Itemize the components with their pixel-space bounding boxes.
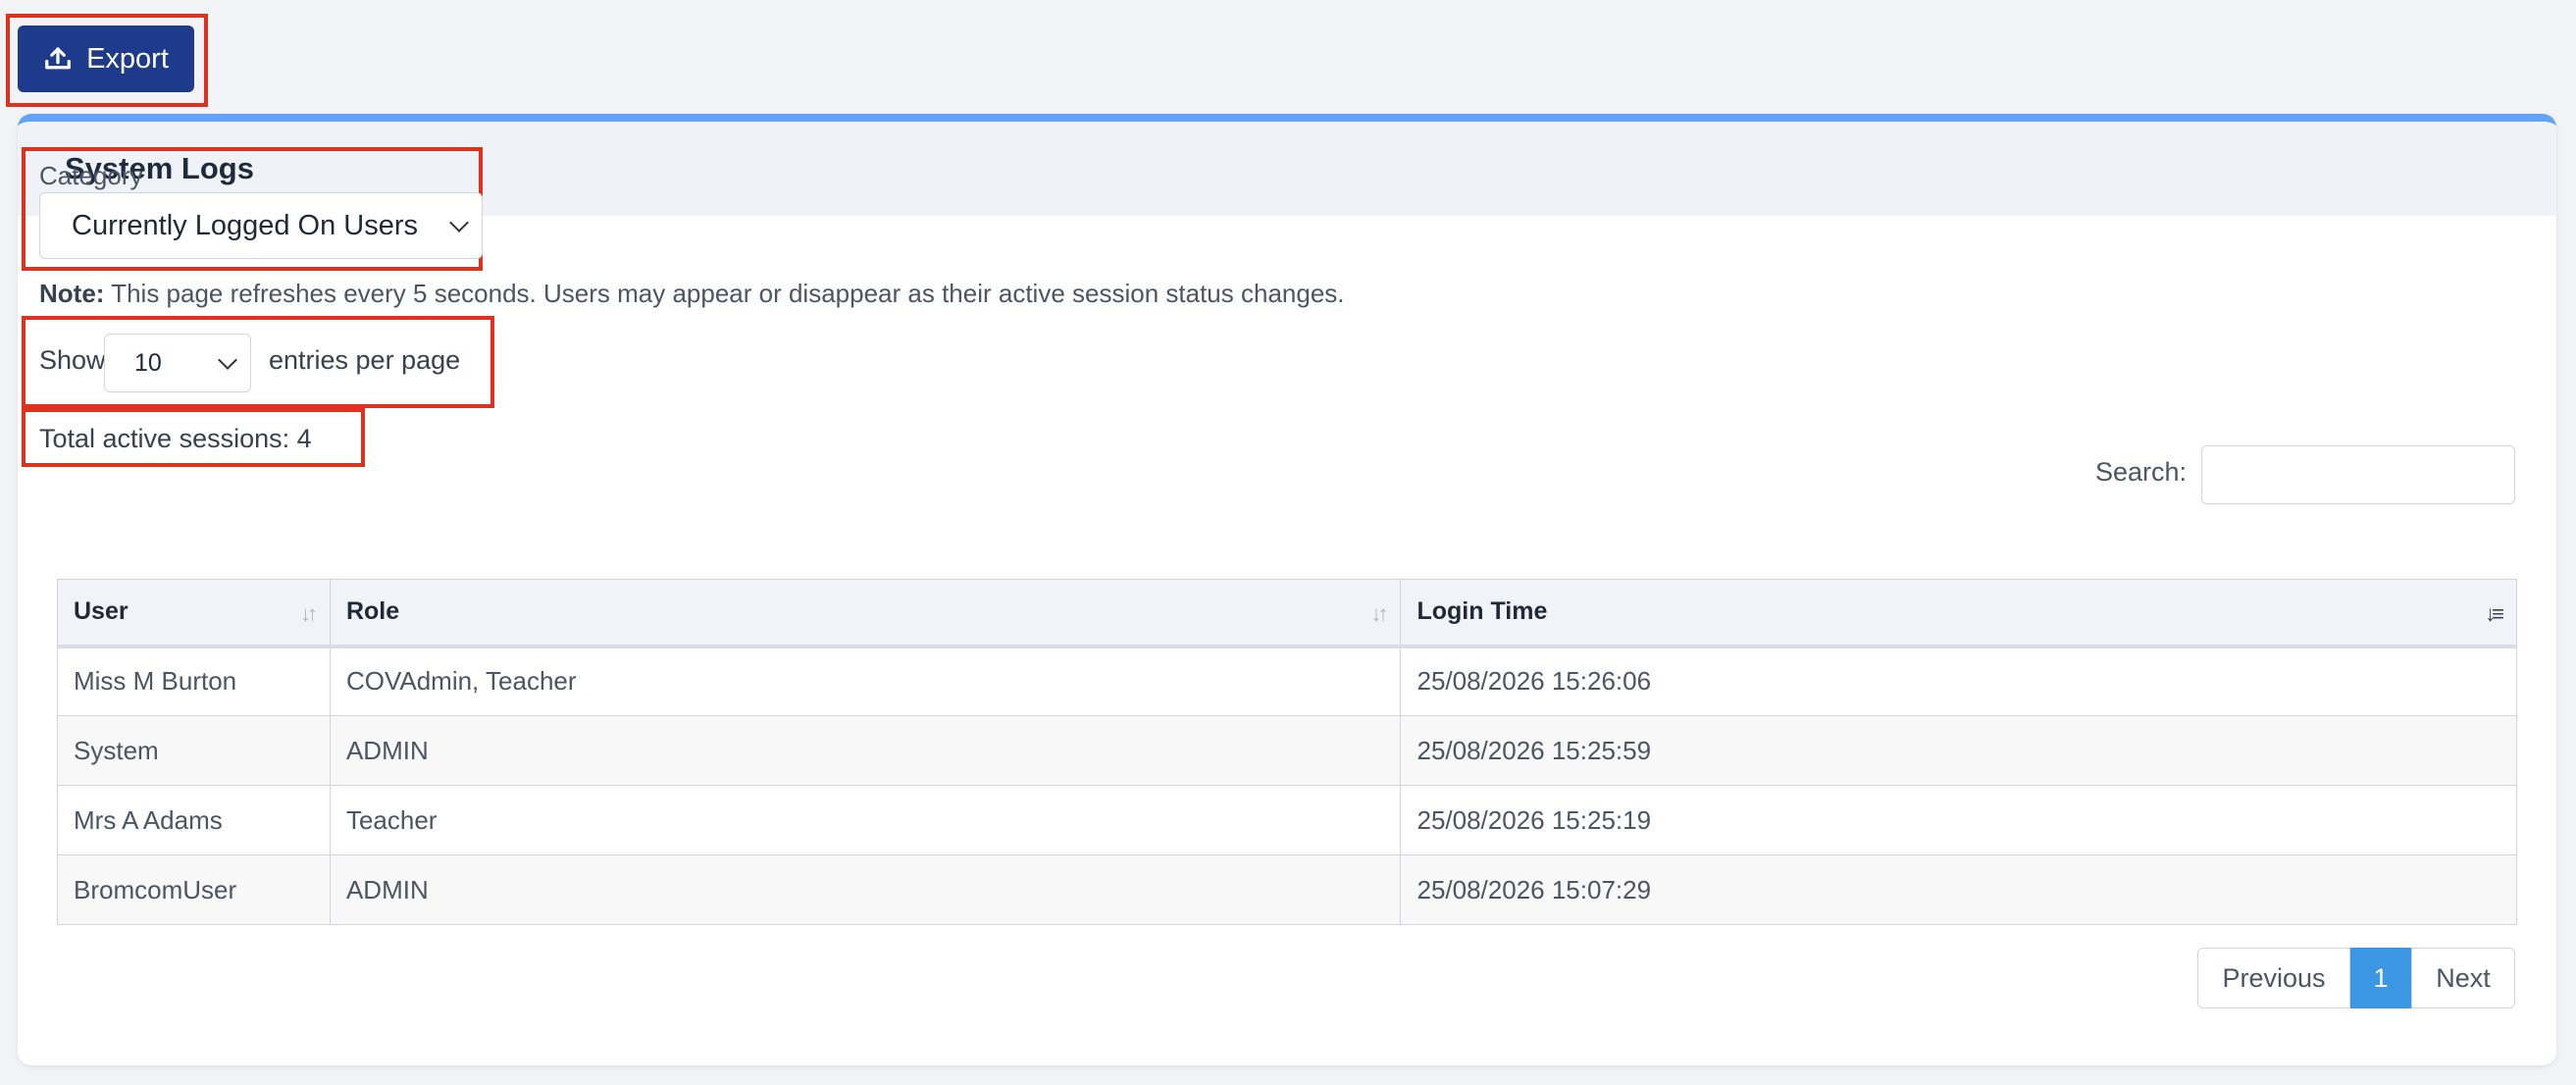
next-page-button[interactable]: Next (2411, 948, 2515, 1008)
note-text: This page refreshes every 5 seconds. Use… (111, 279, 1345, 308)
table-row: System ADMIN 25/08/2026 15:25:59 (57, 715, 2517, 786)
table-header-row: User ↓↑ Role ↓↑ Login Time ↓≡ (57, 579, 2517, 648)
column-header-label: User (74, 597, 129, 626)
cell-login-time: 25/08/2026 15:25:59 (1400, 715, 2517, 786)
cell-role: COVAdmin, Teacher (329, 646, 1402, 716)
search-label: Search: (2095, 457, 2188, 487)
entries-per-page-select[interactable]: 10 (104, 334, 251, 392)
previous-page-button[interactable]: Previous (2197, 948, 2350, 1008)
category-select[interactable]: Currently Logged On Users (39, 192, 483, 259)
entries-highlight: Show 10 entries per page (22, 316, 494, 408)
cell-user: System (57, 715, 331, 786)
column-header-label: Role (345, 597, 400, 626)
cell-user: Miss M Burton (57, 646, 331, 716)
total-active-sessions: Total active sessions: 4 (39, 424, 312, 453)
table-row: Miss M Burton COVAdmin, Teacher 25/08/20… (57, 646, 2517, 716)
cell-role: Teacher (329, 785, 1402, 855)
column-header-user[interactable]: User ↓↑ (57, 579, 331, 648)
table-row: BromcomUser ADMIN 25/08/2026 15:07:29 (57, 854, 2517, 925)
export-button[interactable]: Export (18, 26, 194, 92)
pagination: Previous 1 Next (2197, 948, 2515, 1008)
export-label: Export (86, 42, 169, 75)
cell-role: ADMIN (329, 854, 1402, 925)
cell-user: BromcomUser (57, 854, 331, 925)
cell-user: Mrs A Adams (57, 785, 331, 855)
refresh-note: Note: This page refreshes every 5 second… (39, 279, 1345, 309)
cell-login-time: 25/08/2026 15:07:29 (1400, 854, 2517, 925)
show-label: Show (39, 345, 106, 375)
sort-descending-icon: ↓≡ (2485, 601, 2504, 626)
export-highlight: Export (6, 14, 208, 107)
total-sessions-highlight: Total active sessions: 4 (22, 408, 365, 467)
cell-role: ADMIN (329, 715, 1402, 786)
entries-value: 10 (134, 348, 162, 377)
column-header-role[interactable]: Role ↓↑ (329, 579, 1402, 648)
cell-login-time: 25/08/2026 15:25:19 (1400, 785, 2517, 855)
category-label: Category (39, 161, 143, 190)
sort-icon: ↓↑ (1370, 601, 1388, 626)
category-selected-value: Currently Logged On Users (72, 209, 418, 241)
sort-icon: ↓↑ (299, 601, 318, 626)
note-prefix: Note: (39, 279, 105, 308)
chevron-down-icon (218, 350, 237, 370)
entries-per-page-label: entries per page (269, 345, 461, 375)
sessions-table: User ↓↑ Role ↓↑ Login Time ↓≡ Miss M Bur… (57, 579, 2517, 925)
chevron-down-icon (449, 213, 469, 232)
column-header-label: Login Time (1417, 597, 1548, 626)
upload-icon (45, 47, 71, 70)
cell-login-time: 25/08/2026 15:26:06 (1400, 646, 2517, 716)
category-highlight: Category Currently Logged On Users (22, 147, 483, 271)
search-input[interactable] (2201, 445, 2515, 504)
table-row: Mrs A Adams Teacher 25/08/2026 15:25:19 (57, 785, 2517, 855)
column-header-login-time[interactable]: Login Time ↓≡ (1400, 579, 2517, 648)
page-1-button[interactable]: 1 (2350, 948, 2411, 1008)
